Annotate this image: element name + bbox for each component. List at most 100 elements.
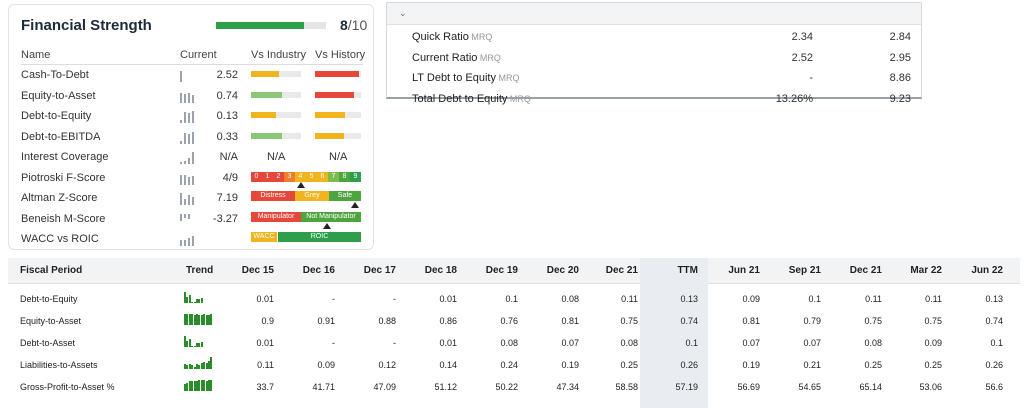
altman-zone: Safe xyxy=(329,191,361,201)
fiscal-cell: 0.91 xyxy=(317,316,335,326)
ratio-label: Total Debt to Equity MRQ xyxy=(412,93,531,105)
fiscal-cell: 41.71 xyxy=(312,382,335,392)
fiscal-cell: 0.09 xyxy=(742,294,760,304)
fiscal-cell: 0.07 xyxy=(742,338,760,348)
header-divider xyxy=(21,64,363,65)
mini-bar xyxy=(180,92,182,103)
header-current: Current xyxy=(180,49,217,61)
ratio-row: LT Debt to Equity MRQ - 8.86 xyxy=(387,68,921,88)
fiscal-cell: 0.1 xyxy=(990,338,1003,348)
metric-name: WACC vs ROIC xyxy=(21,233,99,245)
header-name: Name xyxy=(21,49,51,61)
mini-bar xyxy=(180,140,182,144)
piotroski-cell: 4 xyxy=(295,171,306,182)
fiscal-cell: 0.9 xyxy=(261,316,274,326)
fiscal-cell: - xyxy=(393,294,396,304)
fiscal-cell: 57.19 xyxy=(675,382,698,392)
fiscal-cell: 53.06 xyxy=(919,382,942,392)
fiscal-cell: 0.01 xyxy=(439,294,457,304)
altman-marker xyxy=(351,202,359,208)
metric-current-value: 7.19 xyxy=(216,192,238,204)
header-trend: Trend xyxy=(186,265,214,276)
metric-name: Cash-To-Debt xyxy=(21,69,89,81)
vs-history-fill xyxy=(315,132,344,139)
ratio-name: Current Ratio xyxy=(412,51,478,64)
fiscal-cell: 0.08 xyxy=(561,294,579,304)
fiscal-cell: 0.88 xyxy=(378,316,396,326)
mini-bar xyxy=(188,113,190,123)
header-fiscal-period: Fiscal Period xyxy=(20,265,83,276)
mini-bar xyxy=(180,174,182,185)
vs-history-fill xyxy=(315,71,359,77)
ratio-value-industry: 8.86 xyxy=(889,72,911,84)
ratio-label: Current Ratio MRQ xyxy=(412,52,501,64)
mini-bar xyxy=(184,93,186,103)
metric-name: Beneish M-Score xyxy=(21,212,106,225)
ratio-value-company: - xyxy=(809,72,813,84)
fiscal-cell: 0.07 xyxy=(561,338,579,348)
trend-sparkline xyxy=(184,313,213,325)
ratio-suffix: MRQ xyxy=(507,93,531,104)
fiscal-cell: 0.13 xyxy=(985,294,1003,304)
fiscal-row-label: Debt-to-Asset xyxy=(20,338,76,348)
vs-industry-fill xyxy=(251,71,279,77)
vs-history-text: N/A xyxy=(329,151,348,163)
mini-bar xyxy=(184,213,186,218)
fiscal-cell: 0.01 xyxy=(439,338,457,348)
header-period: Dec 20 xyxy=(546,265,579,276)
mini-bar xyxy=(188,92,190,103)
altman-zone: Distress xyxy=(251,191,295,201)
metric-name: Equity-to-Asset xyxy=(21,89,96,102)
piotroski-cell: 8 xyxy=(339,171,350,182)
header-vs-industry: Vs Industry xyxy=(251,49,307,61)
beneish-marker xyxy=(323,222,331,229)
metric-row: WACC vs ROIC WACC ROIC xyxy=(9,230,375,250)
chevron-down-icon[interactable]: ⌄ xyxy=(399,8,407,19)
fiscal-row-label: Debt-to-Equity xyxy=(20,294,78,304)
metric-current-value: N/A xyxy=(219,151,238,163)
ratio-value-company: 13.26% xyxy=(775,92,813,105)
vs-history-bar xyxy=(315,91,361,98)
header-period: Dec 18 xyxy=(424,265,457,276)
trend-sparkline xyxy=(184,357,213,369)
ratio-row: Total Debt to Equity MRQ 13.26% 9.23 xyxy=(387,89,921,109)
ratio-suffix: MRQ xyxy=(477,52,501,63)
ratio-name: Total Debt to Equity xyxy=(412,92,508,105)
wacc-roic-segment: ROIC xyxy=(278,232,361,242)
fiscal-cell: 0.25 xyxy=(620,360,638,370)
mini-bar xyxy=(188,213,190,219)
fiscal-table: Fiscal Period Trend Dec 15 Dec 16 Dec 17 De… xyxy=(8,258,1020,408)
ratio-suffix: MRQ xyxy=(495,73,520,83)
score-bar xyxy=(216,22,326,29)
header-period: Dec 17 xyxy=(363,265,396,276)
vs-history-fill xyxy=(315,112,345,118)
fiscal-cell: 0.1 xyxy=(685,338,698,348)
vs-industry-bar xyxy=(251,132,301,139)
ratios-table: ⌄ Quick Ratio MRQ 2.34 2.84 Current Ratio M… xyxy=(386,2,922,105)
ratio-label: LT Debt to Equity MRQ xyxy=(412,72,519,84)
vs-industry-bar xyxy=(251,71,301,77)
fiscal-cell: 0.1 xyxy=(808,294,821,304)
fiscal-cell: 0.08 xyxy=(864,338,882,348)
fiscal-cell: 0.01 xyxy=(256,338,274,348)
mini-bar xyxy=(180,120,182,123)
vs-industry-fill xyxy=(251,91,282,98)
metric-row: Beneish M-Score -3.27 Manipulator Not Manip… xyxy=(9,210,375,230)
fiscal-cell: 47.09 xyxy=(373,382,396,392)
fiscal-cell: - xyxy=(393,338,396,348)
mini-bar xyxy=(184,161,186,164)
fiscal-cell: 0.11 xyxy=(257,360,274,370)
fiscal-cell: 47.34 xyxy=(556,382,579,392)
fiscal-cell: 56.6 xyxy=(985,382,1003,392)
trend-bar xyxy=(210,357,213,369)
ratio-name: Quick Ratio xyxy=(412,31,469,43)
fiscal-cell: 0.19 xyxy=(742,360,760,370)
altman-zone: Grey xyxy=(295,191,329,201)
fiscal-cell: 0.75 xyxy=(620,316,638,326)
ratio-value-company: 2.34 xyxy=(791,31,813,43)
financial-strength-title: Financial Strength xyxy=(21,17,152,34)
metric-name: Debt-to-Equity xyxy=(21,110,92,122)
trend-sparkline xyxy=(184,335,212,347)
ratio-value-industry: 9.23 xyxy=(889,92,911,105)
fiscal-cell: 0.25 xyxy=(864,360,882,370)
